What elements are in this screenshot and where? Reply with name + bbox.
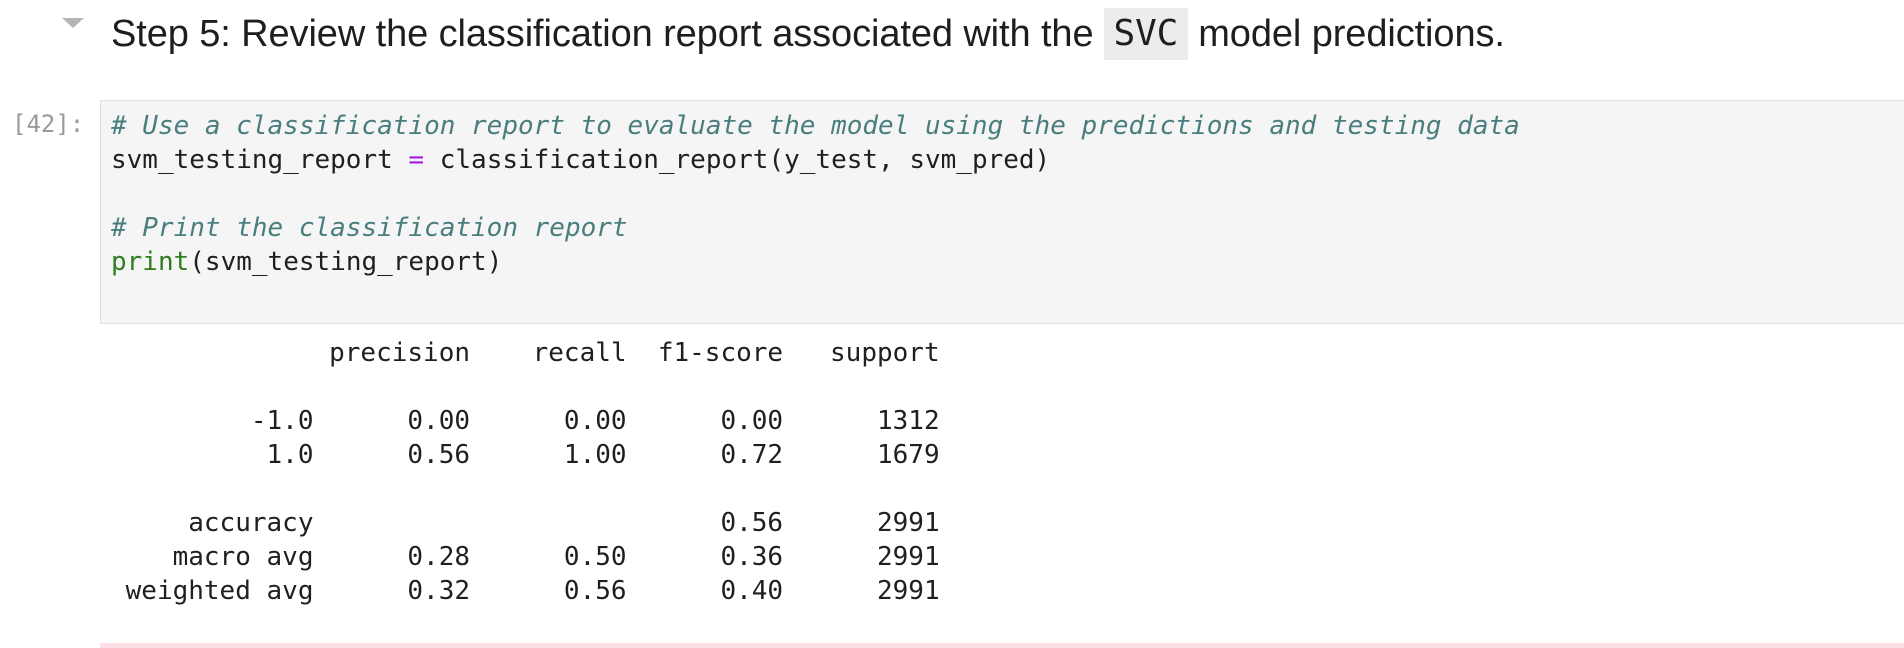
report-cell: weighted avg (125, 576, 314, 606)
next-cell-edge (100, 643, 1904, 648)
report-cell: precision (329, 338, 471, 368)
report-cell: 0.56 (720, 508, 784, 538)
code-token: # Print the classification report (111, 213, 628, 243)
report-cell: 0.50 (563, 542, 627, 572)
report-cell (783, 472, 940, 506)
report-cell: 0.28 (407, 542, 471, 572)
report-cell (470, 370, 627, 404)
report-cell (110, 472, 313, 506)
report-cell: 0.56 (407, 440, 471, 470)
code-lines: # Use a classification report to evaluat… (111, 109, 1520, 279)
code-token: (svm_testing_report) (189, 247, 503, 277)
report-cell: macro avg (172, 542, 314, 572)
code-token: classification_report(y_test, svm_pred) (424, 145, 1051, 175)
report-cell (783, 370, 940, 404)
heading-text-after: model predictions. (1198, 12, 1505, 55)
report-cell: 0.56 (563, 576, 627, 606)
code-token: svm_testing_report (111, 145, 409, 175)
report-row (110, 370, 940, 404)
report-cell: 0.40 (720, 576, 784, 606)
report-row: accuracy 0.56 2991 (110, 506, 940, 540)
collapse-caret-icon[interactable] (62, 18, 84, 28)
report-cell: accuracy (188, 508, 314, 538)
code-line: svm_testing_report = classification_repo… (111, 143, 1520, 177)
report-header-row: precision recall f1-score support (110, 336, 940, 370)
code-line: # Print the classification report (111, 211, 1520, 245)
code-token: = (408, 145, 425, 175)
code-line: print(svm_testing_report) (111, 245, 1520, 279)
report-cell: 1679 (876, 440, 940, 470)
report-cell: 0.00 (720, 406, 784, 436)
report-cell: 0.32 (407, 576, 471, 606)
report-row: macro avg 0.28 0.50 0.36 2991 (110, 540, 940, 574)
report-row (110, 472, 940, 506)
code-line: # Use a classification report to evaluat… (111, 109, 1520, 143)
report-cell (313, 472, 470, 506)
report-cell: 1.0 (266, 440, 314, 470)
report-cell (470, 472, 627, 506)
report-cell (627, 472, 784, 506)
report-cell: 2991 (876, 508, 940, 538)
report-cell: recall (532, 338, 627, 368)
heading-inline-code: SVC (1103, 8, 1189, 60)
report-cell (313, 370, 470, 404)
report-cell (110, 370, 313, 404)
report-cell: -1.0 (250, 406, 314, 436)
report-cell: 0.36 (720, 542, 784, 572)
report-cell (313, 506, 470, 540)
report-row: weighted avg 0.32 0.56 0.40 2991 (110, 574, 940, 608)
report-cell: 2991 (876, 542, 940, 572)
report-cell: 2991 (876, 576, 940, 606)
markdown-heading: Step 5: Review the classification report… (111, 8, 1505, 60)
report-cell: 0.72 (720, 440, 784, 470)
heading-text-before: Step 5: Review the classification report… (111, 12, 1094, 55)
report-cell: 0.00 (407, 406, 471, 436)
report-row: 1.0 0.56 1.00 0.72 1679 (110, 438, 940, 472)
report-cell (110, 336, 313, 370)
report-cell: support (830, 338, 940, 368)
code-token: # Use a classification report to evaluat… (111, 111, 1520, 141)
report-cell (470, 506, 627, 540)
report-cell (627, 370, 784, 404)
cell-output: precision recall f1-score support -1.0 0.00 0.… (110, 336, 940, 608)
report-cell: f1-score (657, 338, 784, 368)
report-row: -1.0 0.00 0.00 0.00 1312 (110, 404, 940, 438)
report-cell: 1312 (876, 406, 940, 436)
report-cell: 0.00 (563, 406, 627, 436)
code-token: print (111, 247, 190, 277)
code-cell-editor[interactable]: # Use a classification report to evaluat… (100, 100, 1904, 324)
report-cell: 1.00 (563, 440, 627, 470)
execution-count-prompt: [42]: (12, 110, 85, 138)
